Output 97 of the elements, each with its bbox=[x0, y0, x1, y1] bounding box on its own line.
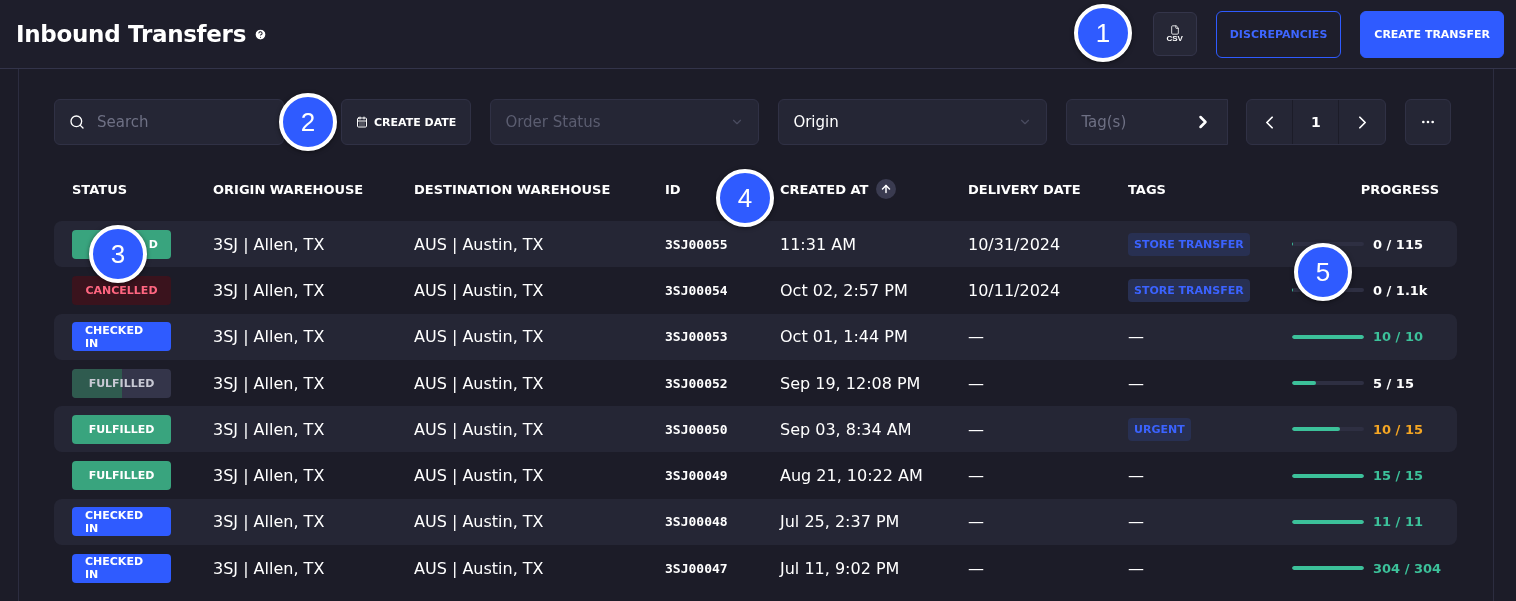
table-cell-text: — bbox=[968, 466, 985, 486]
table-cell-text: — bbox=[968, 512, 985, 532]
transfer-id: 3SJ00052 bbox=[665, 375, 729, 391]
column-header: DELIVERY DATE bbox=[968, 181, 1082, 197]
table-cell-text: 3SJ | Allen, TX bbox=[213, 558, 326, 578]
table-cell-text: Jul 11, 9:02 PM bbox=[780, 558, 901, 578]
table-cell-text: Sep 03, 8:34 AM bbox=[780, 419, 913, 439]
table-cell-text: — bbox=[1128, 512, 1145, 532]
page-title: Inbound Transfers bbox=[16, 21, 247, 47]
search-input[interactable]: Search bbox=[95, 112, 245, 132]
progress-reading: 0 / 1.1k bbox=[1373, 282, 1429, 298]
table-cell-text: 3SJ | Allen, TX bbox=[213, 419, 326, 439]
table-cell-text: Jul 25, 2:37 PM bbox=[780, 512, 901, 532]
search-icon bbox=[69, 114, 85, 130]
column-header[interactable]: CREATED AT bbox=[780, 181, 869, 197]
callout-tooltip: 2 bbox=[279, 93, 337, 151]
callout-tooltip: 4 bbox=[716, 169, 774, 227]
table-cell-text: — bbox=[968, 327, 985, 347]
chevron-right-icon bbox=[1358, 115, 1366, 129]
table-cell-text: 3SJ | Allen, TX bbox=[213, 373, 326, 393]
column-header: PROGRESS bbox=[1359, 181, 1439, 197]
table-cell-text: — bbox=[1128, 327, 1145, 347]
table-cell-text: AUS | Austin, TX bbox=[414, 466, 545, 486]
table-cell-text: Sep 19, 12:08 PM bbox=[780, 373, 922, 393]
table-cell-text: Oct 01, 1:44 PM bbox=[780, 327, 909, 347]
progress-reading: 11 / 11 bbox=[1373, 514, 1424, 530]
table-cell-text: AUS | Austin, TX bbox=[414, 280, 545, 300]
table-cell-text: — bbox=[1128, 558, 1145, 578]
table-cell-text: 3SJ | Allen, TX bbox=[213, 234, 326, 254]
progress-reading: 304 / 304 bbox=[1373, 560, 1443, 576]
tag-chip: URGENT bbox=[1128, 417, 1191, 441]
csv-export-button[interactable]: CSV bbox=[1152, 12, 1197, 56]
table-cell-text: AUS | Austin, TX bbox=[414, 558, 545, 578]
column-header: STATUS bbox=[72, 181, 129, 197]
status-badge: CANCELLED bbox=[72, 275, 171, 305]
column-header: ID bbox=[665, 181, 682, 197]
discrepancies-button[interactable]: DISCREPANCIES bbox=[1215, 10, 1342, 58]
table-cell-text: — bbox=[1128, 466, 1145, 486]
file-icon bbox=[1169, 25, 1180, 35]
progress-reading: 10 / 15 bbox=[1373, 421, 1424, 437]
status-badge: CHECKED IN bbox=[72, 507, 171, 537]
status-badge: FULFILLED bbox=[72, 368, 171, 398]
search-field[interactable]: Search bbox=[54, 99, 284, 145]
create-date-button[interactable]: CREATE DATE bbox=[341, 99, 472, 145]
transfer-id: 3SJ00049 bbox=[665, 468, 729, 484]
table-cell-text: 10/11/2024 bbox=[968, 280, 1062, 300]
table-cell-text: 11:31 AM bbox=[780, 234, 857, 254]
progress-bar bbox=[1292, 381, 1364, 386]
table-cell-text: AUS | Austin, TX bbox=[414, 234, 545, 254]
table-cell-text: 3SJ | Allen, TX bbox=[213, 280, 326, 300]
table-row[interactable]: CHECKED IN 3SJ | Allen, TX AUS | Austin, TX 3SJ00053 Oct 01, 1:44 PM — — 10 / 10 bbox=[54, 313, 1457, 360]
status-badge: CHECKED IN bbox=[72, 553, 171, 583]
origin-dropdown[interactable]: Origin bbox=[778, 99, 1048, 145]
transfer-id: 3SJ00055 bbox=[665, 236, 729, 252]
status-badge: CHECKED IN bbox=[72, 322, 171, 352]
table-cell-text: Aug 21, 10:22 AM bbox=[780, 466, 924, 486]
table-cell-text: AUS | Austin, TX bbox=[414, 512, 545, 532]
table-row[interactable]: CHECKED IN 3SJ | Allen, TX AUS | Austin, TX 3SJ00048 Jul 25, 2:37 PM — — 11 / 11 bbox=[54, 498, 1457, 546]
chevron-left-icon bbox=[1266, 115, 1274, 129]
table-cell-text: — bbox=[968, 558, 985, 578]
column-header: ORIGIN WAREHOUSE bbox=[213, 181, 365, 197]
tag-chip: STORE TRANSFER bbox=[1128, 232, 1250, 256]
tag-chip: STORE TRANSFER bbox=[1128, 278, 1250, 302]
table-cell-text: — bbox=[968, 419, 985, 439]
table-cell-text: AUS | Austin, TX bbox=[414, 373, 545, 393]
table-cell-text: 3SJ | Allen, TX bbox=[213, 466, 326, 486]
progress-reading: 0 / 115 bbox=[1373, 236, 1424, 252]
transfer-id: 3SJ00053 bbox=[665, 329, 729, 345]
table-cell-text: AUS | Austin, TX bbox=[414, 327, 545, 347]
status-badge: FULFILLED bbox=[72, 461, 171, 491]
table-cell-text: 10/31/2024 bbox=[968, 234, 1062, 254]
progress-bar bbox=[1292, 566, 1364, 571]
transfer-id: 3SJ00050 bbox=[665, 421, 729, 437]
progress-reading: 10 / 10 bbox=[1373, 329, 1424, 345]
status-badge: FULFILLED bbox=[72, 414, 171, 444]
table-cell-text: Oct 02, 2:57 PM bbox=[780, 280, 909, 300]
transfer-id: 3SJ00047 bbox=[665, 560, 729, 576]
progress-reading: 5 / 15 bbox=[1373, 375, 1415, 391]
progress-reading: 15 / 15 bbox=[1373, 468, 1424, 484]
progress-bar bbox=[1292, 473, 1364, 478]
transfer-id: 3SJ00048 bbox=[665, 514, 729, 530]
column-header: TAGS bbox=[1128, 181, 1167, 197]
calendar-icon bbox=[356, 116, 368, 128]
progress-bar bbox=[1292, 427, 1364, 432]
table-cell-text: 3SJ | Allen, TX bbox=[213, 512, 326, 532]
create-transfer-button[interactable]: CREATE TRANSFER bbox=[1360, 10, 1504, 58]
table-cell-text: 3SJ | Allen, TX bbox=[213, 327, 326, 347]
sort-ascending-icon[interactable] bbox=[876, 179, 897, 199]
progress-bar bbox=[1292, 334, 1364, 339]
column-header: DESTINATION WAREHOUSE bbox=[414, 181, 612, 197]
help-icon[interactable] bbox=[254, 27, 268, 41]
table-cell-text: — bbox=[1128, 373, 1145, 393]
transfer-id: 3SJ00054 bbox=[665, 282, 729, 298]
table-cell-text: — bbox=[968, 373, 985, 393]
table-row[interactable]: FULFILLED 3SJ | Allen, TX AUS | Austin, TX 3SJ00050 Sep 03, 8:34 AM — URGENT 10 / 15 bbox=[54, 406, 1457, 453]
progress-bar bbox=[1292, 519, 1364, 524]
table-cell-text: AUS | Austin, TX bbox=[414, 419, 545, 439]
